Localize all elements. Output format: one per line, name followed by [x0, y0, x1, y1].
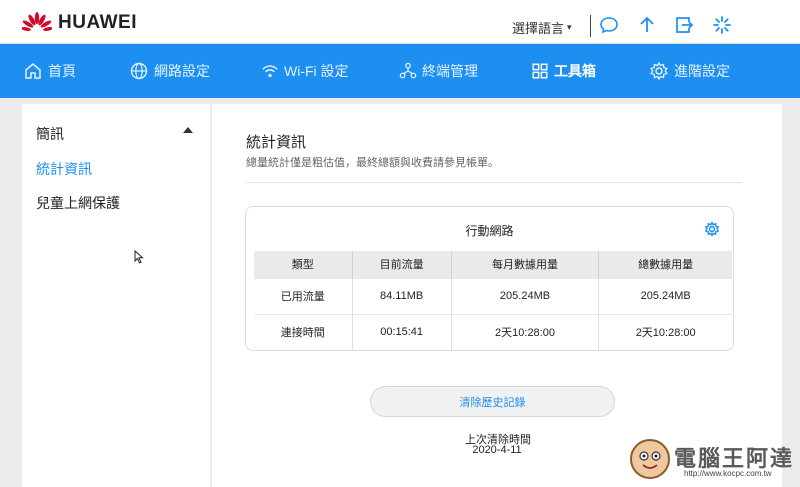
column-header: 類型 [254, 251, 353, 278]
sidebar-item-parental-control[interactable]: 兒童上網保護 [36, 193, 120, 213]
nav-wifi-label: Wi-Fi 設定 [284, 63, 349, 79]
clear-history-button[interactable]: 清除歷史記錄 [370, 386, 615, 417]
nav-device-label: 終端管理 [422, 63, 478, 79]
sidebar-item-sms[interactable]: 簡訊 [36, 124, 64, 144]
table-cell: 00:15:41 [352, 313, 452, 350]
nav-advanced-label: 進階設定 [674, 63, 730, 79]
chevron-up-icon[interactable] [183, 127, 193, 133]
logout-icon[interactable] [673, 14, 695, 36]
table-cell: 2天10:28:00 [451, 313, 600, 350]
nav-home-label: 首頁 [48, 63, 76, 79]
chevron-down-icon: ▾ [567, 22, 572, 32]
watermark: 電腦王阿達 http://www.kocpc.com.tw [622, 435, 794, 485]
wifi-icon [262, 65, 278, 78]
column-header: 每月數據用量 [451, 251, 600, 278]
section-divider [246, 182, 742, 183]
header-divider [590, 15, 591, 37]
globe-icon [130, 62, 148, 80]
nav-toolbox[interactable]: 工具箱 [531, 44, 596, 98]
loading-spinner-icon[interactable] [711, 14, 733, 36]
main-content: 統計資訊 總量統計僅是粗估值，最終總額與收費請參見帳單。 行動網路 類型 目前流… [212, 104, 782, 487]
language-selector[interactable]: 選擇語言 ▾ [512, 18, 572, 37]
table-cell: 連接時間 [254, 313, 353, 350]
card-title: 行動網路 [465, 224, 514, 238]
mouse-cursor-icon [134, 250, 144, 264]
main-navigation: 首頁 網路設定 Wi-Fi 設定 終端管理 工具箱 進階設定 [0, 44, 800, 98]
mascot-icon [630, 439, 670, 479]
sidebar: 簡訊 統計資訊 兒童上網保護 [22, 104, 210, 487]
table-cell: 已用流量 [254, 277, 353, 314]
table-cell: 84.11MB [352, 277, 452, 314]
home-icon [25, 63, 41, 79]
devices-icon [399, 62, 417, 79]
language-label: 選擇語言 [512, 21, 565, 36]
table-cell: 205.24MB [598, 277, 732, 314]
nav-network-settings[interactable]: 網路設定 [129, 44, 210, 98]
table-cell: 2天10:28:00 [598, 313, 732, 350]
brand-name: HUAWEI [58, 12, 137, 33]
toolbox-icon [532, 63, 548, 79]
watermark-url: http://www.kocpc.com.tw [684, 469, 772, 478]
column-header: 總數據用量 [598, 251, 732, 278]
nav-toolbox-label: 工具箱 [554, 63, 596, 79]
upload-arrow-icon[interactable] [636, 14, 658, 36]
huawei-logo[interactable]: HUAWEI [22, 12, 137, 34]
nav-home[interactable]: 首頁 [23, 44, 76, 98]
page-title: 統計資訊 [246, 134, 307, 151]
table-row: 已用流量 84.11MB 205.24MB 205.24MB [254, 277, 732, 314]
column-header: 目前流量 [352, 251, 452, 278]
table-row: 連接時間 00:15:41 2天10:28:00 2天10:28:00 [254, 313, 732, 350]
mobile-network-card: 行動網路 類型 目前流量 每月數據用量 總數據用量 已用流量 84.11MB 2… [245, 206, 734, 351]
table-header-row: 類型 目前流量 每月數據用量 總數據用量 [254, 251, 732, 278]
nav-advanced-settings[interactable]: 進階設定 [649, 44, 730, 98]
gear-icon[interactable] [704, 221, 720, 237]
nav-device-management[interactable]: 終端管理 [399, 44, 478, 98]
chat-icon[interactable] [598, 14, 620, 36]
nav-wifi-settings[interactable]: Wi-Fi 設定 [261, 44, 349, 98]
sidebar-item-statistics[interactable]: 統計資訊 [36, 159, 92, 179]
top-header: HUAWEI 選擇語言 ▾ [0, 0, 800, 44]
table-cell: 205.24MB [451, 277, 600, 314]
settings-icon [650, 61, 668, 81]
huawei-flower-icon [22, 12, 52, 31]
page-subtitle: 總量統計僅是粗估值，最終總額與收費請參見帳單。 [246, 157, 499, 169]
nav-network-label: 網路設定 [154, 63, 210, 79]
statistics-table: 類型 目前流量 每月數據用量 總數據用量 已用流量 84.11MB 205.24… [254, 251, 732, 350]
